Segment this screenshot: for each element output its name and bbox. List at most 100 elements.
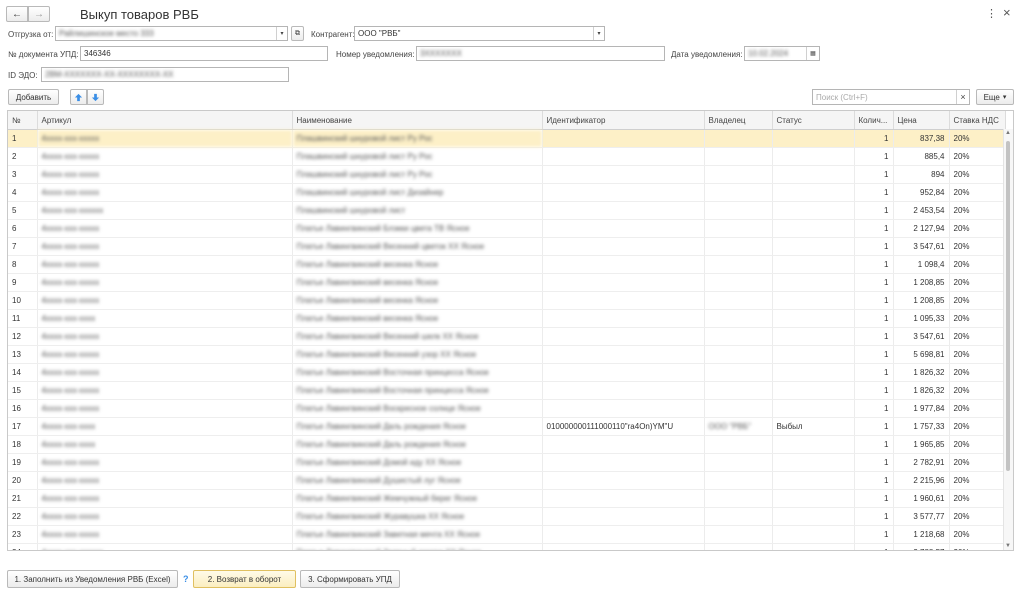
shipment-field[interactable]: Райлишинское место 333 ▾	[55, 26, 288, 41]
return-to-circulation-button[interactable]: 2. Возврат в оборот	[193, 570, 296, 588]
cell-owner	[704, 525, 773, 544]
table-row[interactable]: 20 4хххх-ххх-ххххх Платье Лавингвинский Ду…	[8, 471, 1006, 490]
cell-status	[772, 471, 855, 490]
cell-identifier	[542, 489, 705, 508]
cell-quantity: 1	[854, 273, 894, 292]
col-header-article[interactable]: Артикул	[37, 111, 293, 130]
chevron-down-icon[interactable]: ▾	[593, 27, 604, 40]
help-icon[interactable]: ?	[183, 574, 189, 584]
table-row[interactable]: 1 4хххх-ххх-ххххх Плашвинский шнуровой лис…	[8, 129, 1006, 148]
edo-id-field[interactable]: 2ВМ-ХХХХХХХ-ХХ-ХХХХХХХХ-ХХ	[41, 67, 289, 82]
notice-number-field[interactable]: 3ХХХХХХХ	[416, 46, 665, 61]
cell-vat: 20%	[949, 363, 1006, 382]
cell-vat: 20%	[949, 183, 1006, 202]
table-row[interactable]: 6 4хххх-ххх-ххххх Платье Лавингвинский Блэ…	[8, 219, 1006, 238]
table-scrollbar[interactable]: ▲ ▼	[1003, 129, 1013, 550]
scroll-up-icon[interactable]: ▲	[1005, 130, 1011, 136]
cell-number: 17	[8, 417, 38, 436]
table-row[interactable]: 8 4хххх-ххх-ххххх Платье Лавингвинский вес…	[8, 255, 1006, 274]
cell-vat: 20%	[949, 507, 1006, 526]
notice-date-field[interactable]: 10.02.2024 ▦	[744, 46, 820, 61]
scrollbar-thumb[interactable]	[1006, 141, 1010, 471]
calendar-icon[interactable]: ▦	[806, 47, 819, 60]
cell-owner	[704, 309, 773, 328]
table-row[interactable]: 16 4хххх-ххх-ххххх Платье Лавингвинский Во…	[8, 399, 1006, 418]
more-button[interactable]: Еще ▾	[976, 89, 1014, 105]
cell-owner	[704, 255, 773, 274]
move-up-button[interactable]	[70, 89, 87, 105]
cell-vat: 20%	[949, 237, 1006, 256]
generate-upd-button[interactable]: 3. Сформировать УПД	[300, 570, 400, 588]
fill-from-notice-label: 1. Заполнить из Уведомления РВБ (Excel)	[14, 574, 171, 584]
table-row[interactable]: 18 4хххх-ххх-хххх Платье Лавингвинский Дал…	[8, 435, 1006, 454]
cell-quantity: 1	[854, 471, 894, 490]
table-row[interactable]: 23 4хххх-ххх-ххххх Платье Лавингвинский За…	[8, 525, 1006, 544]
cell-article: 4хххх-ххх-ххххх	[37, 471, 293, 490]
table-row[interactable]: 13 4хххх-ххх-ххххх Платье Лавингвинский Ве…	[8, 345, 1006, 364]
cell-number: 10	[8, 291, 38, 310]
table-row[interactable]: 7 4хххх-ххх-ххххх Платье Лавингвинский Вес…	[8, 237, 1006, 256]
fill-from-notice-button[interactable]: 1. Заполнить из Уведомления РВБ (Excel)	[7, 570, 178, 588]
cell-article: 4хххх-ххх-ххххх	[37, 183, 293, 202]
cell-identifier	[542, 525, 705, 544]
scroll-down-icon[interactable]: ▼	[1005, 543, 1011, 549]
table-row[interactable]: 3 4хххх-ххх-ххххх Плашвинский шнуровой лис…	[8, 165, 1006, 184]
clear-search-icon[interactable]: ×	[956, 90, 969, 104]
col-header-number[interactable]: №	[8, 111, 38, 130]
col-header-identifier[interactable]: Идентификатор	[542, 111, 705, 130]
close-icon[interactable]: ×	[1003, 5, 1011, 20]
move-down-button[interactable]	[87, 89, 104, 105]
cell-name: Платье Лавингвинский Журавушка ХХ Ясное	[292, 507, 543, 526]
cell-name: Платье Лавингвинский Блэкки цвета ТВ Ясн…	[292, 219, 543, 238]
table-row[interactable]: 10 4хххх-ххх-ххххх Платье Лавингвинский ве…	[8, 291, 1006, 310]
table-row[interactable]: 9 4хххх-ххх-ххххх Платье Лавингвинский вес…	[8, 273, 1006, 292]
cell-name: Платье Лавингвинский Жемчужный берег Ясн…	[292, 489, 543, 508]
back-button[interactable]: ←	[6, 6, 28, 22]
cell-quantity: 1	[854, 147, 894, 166]
add-button[interactable]: Добавить	[8, 89, 59, 105]
table-row[interactable]: 17 4хххх-ххх-хххх Платье Лавингвинский Дал…	[8, 417, 1006, 436]
open-shipment-button[interactable]: ⧉	[291, 26, 304, 41]
counterparty-field[interactable]: ООО "РВБ" ▾	[354, 26, 605, 41]
chevron-down-icon[interactable]: ▾	[276, 27, 287, 40]
col-header-vat[interactable]: Ставка НДС	[949, 111, 1006, 130]
col-header-status[interactable]: Статус	[772, 111, 855, 130]
table-row[interactable]: 21 4хххх-ххх-ххххх Платье Лавингвинский Же…	[8, 489, 1006, 508]
cell-name: Плашвинский шнуровой лист Ру Рос	[292, 165, 543, 184]
return-to-circulation-label: 2. Возврат в оборот	[207, 574, 282, 584]
cell-name: Платье Лавингвинский весенка Ясное	[292, 309, 543, 328]
col-header-quantity[interactable]: Колич...	[854, 111, 894, 130]
table-row[interactable]: 19 4хххх-ххх-ххххх Платье Лавингвинский До…	[8, 453, 1006, 472]
table-row[interactable]: 4 4хххх-ххх-ххххх Плашвинский шнуровой лис…	[8, 183, 1006, 202]
cell-article: 4хххх-ххх-ххххх	[37, 453, 293, 472]
cell-price: 1 218,68	[893, 525, 950, 544]
cell-status	[772, 327, 855, 346]
cell-identifier	[542, 201, 705, 220]
table-row[interactable]: 2 4хххх-ххх-ххххх Плашвинский шнуровой лис…	[8, 147, 1006, 166]
more-menu-icon[interactable]: ⋮	[986, 7, 997, 20]
cell-number: 14	[8, 363, 38, 382]
cell-owner	[704, 273, 773, 292]
table-row[interactable]: 15 4хххх-ххх-ххххх Платье Лавингвинский Во…	[8, 381, 1006, 400]
col-header-name[interactable]: Наименование	[292, 111, 543, 130]
cell-quantity: 1	[854, 507, 894, 526]
table-row[interactable]: 14 4хххх-ххх-ххххх Платье Лавингвинский Во…	[8, 363, 1006, 382]
cell-owner	[704, 363, 773, 382]
cell-name: Платье Лавингвинский Заветная мечта ХХ Я…	[292, 525, 543, 544]
cell-vat: 20%	[949, 417, 1006, 436]
table-row[interactable]: 244хххх-ххх-ххххххПлатье Лавингвинский З…	[8, 543, 1006, 550]
search-field[interactable]: Поиск (Ctrl+F) ×	[812, 89, 970, 105]
cell-owner	[704, 381, 773, 400]
cell-price: 2 215,96	[893, 471, 950, 490]
cell-article: 4хххх-ххх-ххххх	[37, 363, 293, 382]
table-row[interactable]: 22 4хххх-ххх-ххххх Платье Лавингвинский Жу…	[8, 507, 1006, 526]
forward-button[interactable]: →	[28, 6, 50, 22]
notice-date-value: 10.02.2024	[748, 49, 789, 58]
cell-article: 4хххх-ххх-ххххх	[37, 525, 293, 544]
table-row[interactable]: 11 4хххх-ххх-хххх Платье Лавингвинский вес…	[8, 309, 1006, 328]
col-header-price[interactable]: Цена	[893, 111, 950, 130]
upd-number-field[interactable]: 346346	[80, 46, 328, 61]
table-row[interactable]: 5 4хххх-ххх-хххххх Плашвинский шнуровой ли…	[8, 201, 1006, 220]
table-row[interactable]: 12 4хххх-ххх-ххххх Платье Лавингвинский Ве…	[8, 327, 1006, 346]
col-header-owner[interactable]: Владелец	[704, 111, 773, 130]
